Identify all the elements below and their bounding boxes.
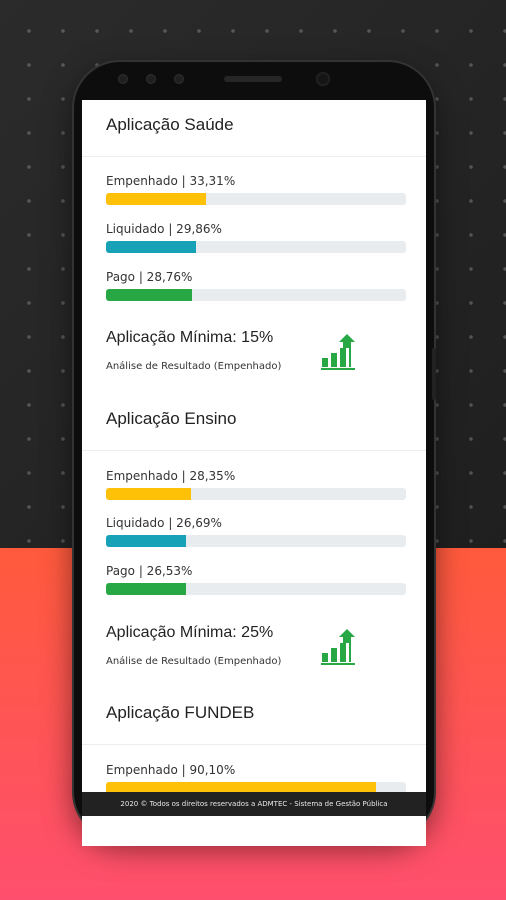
metric-label-pago: Pago | 28,76% [106, 270, 193, 284]
phone-top-bar [74, 62, 434, 100]
progress-fill-pago [106, 583, 186, 595]
growth-chart-icon [321, 334, 355, 370]
sensor-icon [146, 74, 156, 84]
progress-fill-empenhado [106, 193, 206, 205]
metric-label-empenhado: Empenhado | 28,35% [106, 469, 236, 483]
progress-bar-empenhado [106, 193, 406, 205]
section-title-fundeb: Aplicação FUNDEB [106, 703, 255, 722]
progress-bar-pago [106, 289, 406, 301]
section-title-ensino: Aplicação Ensino [106, 409, 237, 428]
sensor-icon [118, 74, 128, 84]
footer-copyright: 2020 © Todos os direitos reservados a AD… [82, 792, 426, 816]
minimum-application-title: Aplicação Mínima: 25% [106, 624, 274, 641]
progress-bar-empenhado [106, 488, 406, 500]
front-camera-icon [316, 72, 330, 86]
progress-fill-empenhado [106, 488, 192, 500]
progress-bar-pago [106, 583, 406, 595]
analysis-subtitle: Análise de Resultado (Empenhado) [106, 656, 282, 667]
section-divider [82, 450, 426, 451]
analysis-subtitle: Análise de Resultado (Empenhado) [106, 361, 282, 372]
speaker-grille [224, 76, 282, 82]
section-title-saude: Aplicação Saúde [106, 115, 234, 134]
metric-label-liquidado: Liquidado | 26,69% [106, 516, 222, 530]
metric-label-liquidado: Liquidado | 29,86% [106, 222, 222, 236]
app-screen: Aplicação Saúde Empenhado | 33,31% Liqui… [82, 100, 426, 846]
progress-fill-liquidado [106, 241, 196, 253]
minimum-application-title: Aplicação Mínima: 15% [106, 329, 274, 346]
metric-label-pago: Pago | 26,53% [106, 564, 193, 578]
sensor-icon [174, 74, 184, 84]
progress-bar-liquidado [106, 535, 406, 547]
section-divider [82, 156, 426, 157]
progress-bar-liquidado [106, 241, 406, 253]
progress-fill-pago [106, 289, 193, 301]
progress-fill-liquidado [106, 535, 187, 547]
phone-side-button [432, 348, 436, 400]
metric-label-empenhado: Empenhado | 33,31% [106, 174, 236, 188]
metric-label-empenhado: Empenhado | 90,10% [106, 763, 236, 777]
phone-frame: Aplicação Saúde Empenhado | 33,31% Liqui… [74, 62, 436, 846]
growth-chart-icon [321, 629, 355, 665]
section-divider [82, 744, 426, 745]
